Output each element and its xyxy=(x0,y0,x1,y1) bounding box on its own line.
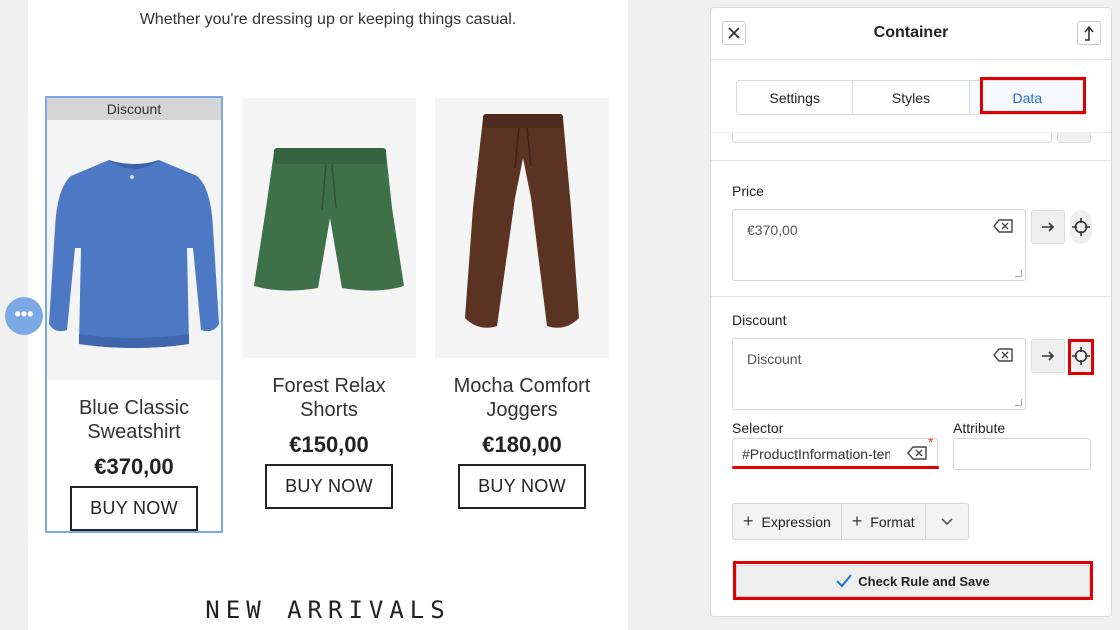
arrow-up-icon xyxy=(1084,25,1094,41)
attribute-input[interactable] xyxy=(953,438,1091,470)
price-apply-button[interactable] xyxy=(1031,210,1065,244)
required-indicator: * xyxy=(928,434,934,450)
selector-label: Selector xyxy=(732,420,784,436)
plus-icon: + xyxy=(851,511,863,531)
resize-grip[interactable] xyxy=(1015,270,1022,277)
product-name: Blue Classic Sweatshirt xyxy=(78,397,190,443)
format-label: Format xyxy=(870,513,915,530)
divider xyxy=(711,296,1111,297)
check-rule-and-save-button[interactable]: Check Rule and Save xyxy=(736,565,1090,597)
product-card-shorts[interactable]: Forest Relax Shorts €150,00 BUY NOW xyxy=(242,98,416,509)
discount-value-field[interactable]: Discount xyxy=(732,338,1026,410)
product-price: €180,00 xyxy=(482,432,562,457)
buy-now-button[interactable]: BUY NOW xyxy=(265,464,393,509)
arrow-right-icon xyxy=(1042,222,1055,232)
panel-tabs: Settings Styles Data xyxy=(736,80,1086,115)
price-label: Price xyxy=(732,183,764,199)
discount-label: Discount xyxy=(732,312,787,328)
crosshair-icon xyxy=(1072,347,1090,365)
transform-button-group: + Expression + Format xyxy=(732,503,969,540)
divider xyxy=(711,160,1111,161)
attribute-label: Attribute xyxy=(953,420,1006,436)
add-format-button[interactable]: + Format xyxy=(841,504,926,539)
previous-field-button[interactable] xyxy=(1057,133,1091,143)
crosshair-icon xyxy=(1072,218,1090,236)
highlight-underline-selector xyxy=(732,466,939,469)
resize-grip[interactable] xyxy=(1015,399,1022,406)
sweatshirt-illustration xyxy=(49,160,219,348)
product-image-shorts[interactable] xyxy=(242,98,416,358)
panel-header: Container xyxy=(711,8,1111,60)
container-panel: Container Settings Styles Data Price €37… xyxy=(710,7,1112,617)
expression-label: Expression xyxy=(761,513,831,530)
buy-now-button[interactable]: BUY NOW xyxy=(458,464,586,509)
product-name: Forest Relax Shorts xyxy=(272,375,386,421)
product-card-sweatshirt[interactable]: Discount Blue Classic Sweatshirt €370,00… xyxy=(45,96,223,533)
product-card-joggers[interactable]: Mocha Comfort Joggers €180,00 BUY NOW xyxy=(435,98,609,509)
tab-settings[interactable]: Settings xyxy=(737,81,854,114)
previous-field-input[interactable] xyxy=(732,133,1052,143)
product-image-joggers[interactable] xyxy=(435,98,609,358)
joggers-illustration xyxy=(465,114,579,328)
clear-icon[interactable] xyxy=(993,348,1013,367)
clear-icon[interactable] xyxy=(993,219,1013,238)
more-transforms-dropdown[interactable] xyxy=(925,504,968,539)
product-price: €150,00 xyxy=(289,432,369,457)
arrow-right-icon xyxy=(1042,351,1055,361)
tab-styles[interactable]: Styles xyxy=(853,81,970,114)
more-options-button[interactable]: ••• xyxy=(5,297,43,335)
store-preview: Whether you're dressing up or keeping th… xyxy=(28,0,628,630)
product-image-sweatshirt[interactable]: Discount xyxy=(47,98,221,380)
price-value: €370,00 xyxy=(747,222,798,238)
checkmark-icon xyxy=(836,574,853,588)
product-price: €370,00 xyxy=(94,454,174,479)
product-name: Mocha Comfort Joggers xyxy=(453,375,591,421)
ellipsis-icon: ••• xyxy=(14,304,34,324)
clear-icon[interactable] xyxy=(907,446,927,465)
select-parent-button[interactable] xyxy=(1077,21,1101,45)
tab-data[interactable]: Data xyxy=(969,81,1085,114)
add-expression-button[interactable]: + Expression xyxy=(733,504,842,539)
plus-icon: + xyxy=(743,511,754,531)
selector-input[interactable]: #ProductInformation-template xyxy=(732,438,938,468)
discount-pick-element-button[interactable] xyxy=(1070,339,1092,373)
save-label: Check Rule and Save xyxy=(858,573,990,589)
selector-value: #ProductInformation-template xyxy=(742,446,890,462)
tagline: Whether you're dressing up or keeping th… xyxy=(139,11,517,28)
data-fields-scroll-area[interactable]: Price €370,00 Discount Discount Selector… xyxy=(711,132,1111,616)
buy-now-button[interactable]: BUY NOW xyxy=(70,486,198,531)
chevron-down-icon xyxy=(941,517,953,525)
discount-badge: Discount xyxy=(47,98,221,120)
price-value-field[interactable]: €370,00 xyxy=(732,209,1026,281)
shorts-illustration xyxy=(254,148,404,291)
price-pick-element-button[interactable] xyxy=(1070,210,1092,244)
discount-value: Discount xyxy=(747,351,802,367)
panel-title: Container xyxy=(873,24,949,41)
discount-apply-button[interactable] xyxy=(1031,339,1065,373)
section-heading: NEW ARRIVALS xyxy=(205,596,451,624)
